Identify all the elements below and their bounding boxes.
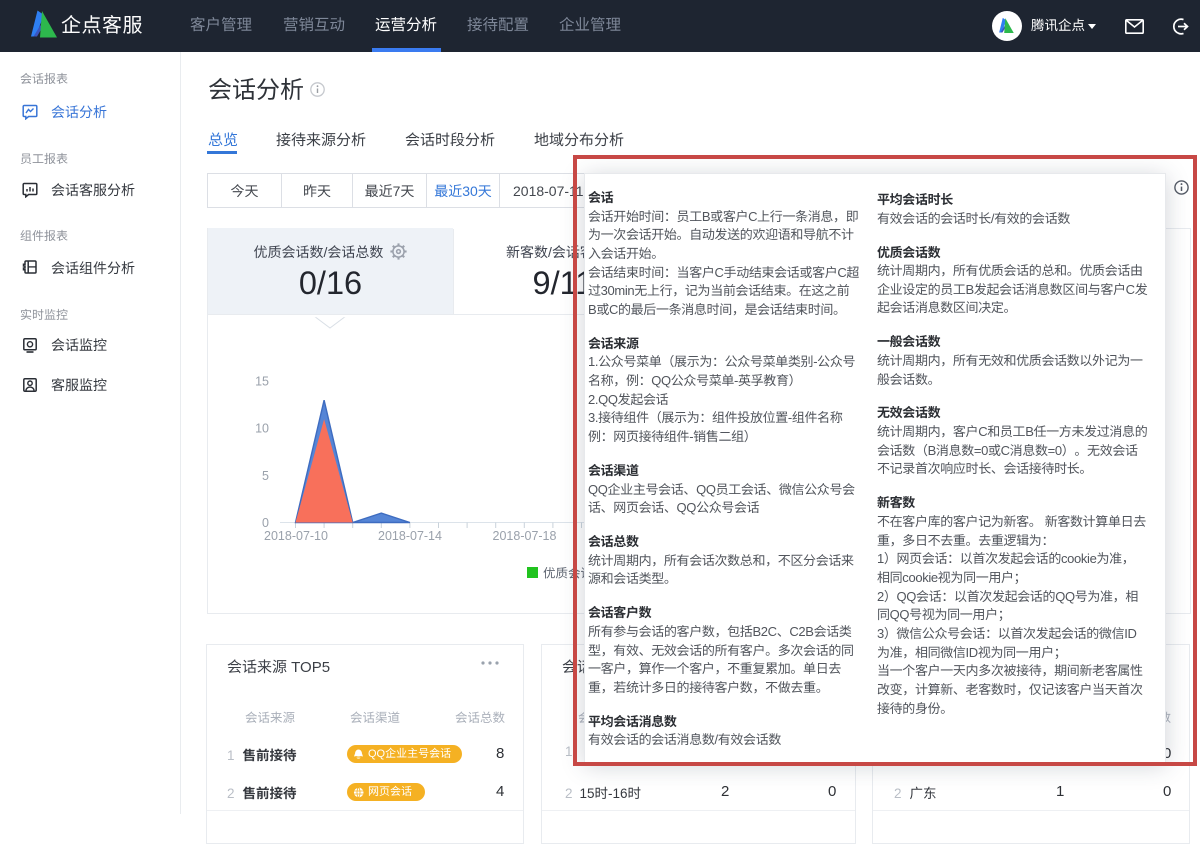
svg-text:5: 5 — [262, 469, 269, 483]
svg-text:0: 0 — [262, 516, 269, 530]
svg-text:2018-07-14: 2018-07-14 — [378, 529, 442, 543]
svg-text:2018-07-10: 2018-07-10 — [264, 529, 328, 543]
svg-text:15: 15 — [255, 374, 269, 388]
svg-text:2018-07-18: 2018-07-18 — [493, 529, 557, 543]
svg-text:10: 10 — [255, 422, 269, 436]
